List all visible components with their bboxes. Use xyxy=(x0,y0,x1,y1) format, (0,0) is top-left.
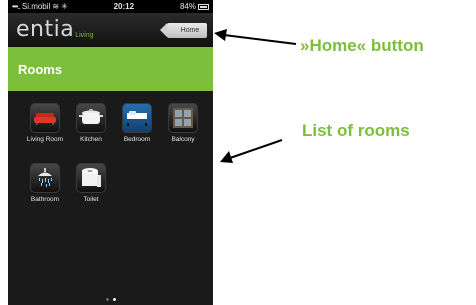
home-callout-arrow xyxy=(214,29,297,45)
battery-icon xyxy=(197,3,209,10)
window-icon xyxy=(168,103,198,133)
shower-icon xyxy=(30,163,60,193)
rooms-list-callout: List of rooms xyxy=(302,121,410,140)
home-button[interactable]: Home xyxy=(160,23,207,38)
sofa-icon xyxy=(30,103,60,133)
room-label: Kitchen xyxy=(80,136,102,143)
activity-icon: ✳ xyxy=(61,2,68,11)
phone-screen: •••.. Si.mobil ≋ ✳ 20:12 84% entia Livin… xyxy=(8,0,213,305)
page-title: Rooms xyxy=(8,47,213,91)
room-tile-living-room[interactable]: Living Room xyxy=(24,103,66,143)
bed-icon xyxy=(122,103,152,133)
battery-percent: 84% xyxy=(179,2,196,11)
room-label: Living Room xyxy=(26,136,64,143)
room-label: Bedroom xyxy=(123,136,151,143)
rooms-callout-arrow xyxy=(220,139,283,163)
status-time: 20:12 xyxy=(113,2,135,11)
room-tile-bedroom[interactable]: Bedroom xyxy=(116,103,158,143)
room-tile-toilet[interactable]: Toilet xyxy=(70,163,112,203)
page-indicator xyxy=(8,298,213,301)
status-bar: •••.. Si.mobil ≋ ✳ 20:12 84% xyxy=(8,0,213,13)
toilet-paper-icon xyxy=(76,163,106,193)
room-label: Bathroom xyxy=(30,196,60,203)
app-header: entia Living Home xyxy=(8,13,213,47)
room-tile-bathroom[interactable]: Bathroom xyxy=(24,163,66,203)
room-tile-kitchen[interactable]: Kitchen xyxy=(70,103,112,143)
app-logo: entia Living xyxy=(16,19,94,41)
page-dot-active[interactable] xyxy=(112,298,116,301)
signal-icon: •••.. xyxy=(12,2,21,11)
logo-wordmark: entia xyxy=(16,17,75,42)
home-button-callout: »Home« button xyxy=(300,36,424,55)
wifi-icon: ≋ xyxy=(52,2,60,11)
room-tile-balcony[interactable]: Balcony xyxy=(162,103,204,143)
room-label: Balcony xyxy=(171,136,195,143)
page-dot[interactable] xyxy=(105,298,109,301)
pot-icon xyxy=(76,103,106,133)
room-label: Toilet xyxy=(83,196,99,203)
logo-subtitle: Living xyxy=(75,32,94,39)
carrier-label: Si.mobil xyxy=(21,2,51,11)
